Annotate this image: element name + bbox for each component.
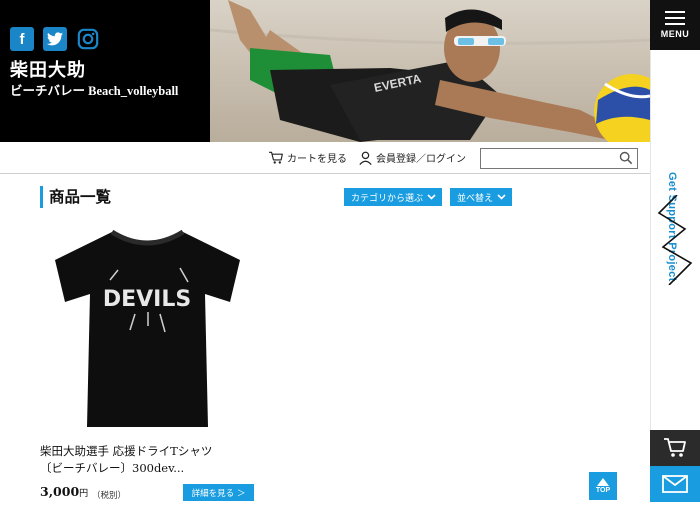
arrow-up-icon — [597, 478, 609, 486]
product-name-line1: 柴田大助選手 応援ドライTシャツ — [40, 444, 213, 458]
utility-nav: カートを見る 会員登録／ログイン — [0, 142, 650, 174]
product-price: 3,000円 — [40, 484, 88, 499]
instagram-icon[interactable] — [76, 27, 100, 51]
twitter-icon[interactable] — [43, 27, 67, 51]
product-print-text: DEVILS — [103, 287, 191, 312]
side-mail-button[interactable] — [650, 466, 700, 502]
cart-icon — [664, 438, 686, 457]
price-unit: 円 — [79, 489, 89, 499]
product-name[interactable]: 柴田大助選手 応援ドライTシャツ 〔ビーチバレー〕300dev... — [40, 443, 270, 477]
search-box — [480, 148, 638, 171]
price-tax-note: （税別） — [92, 491, 127, 501]
side-cart-button[interactable] — [650, 430, 700, 466]
back-to-top-label: TOP — [595, 487, 611, 494]
mountain-line-icon — [657, 195, 693, 285]
view-cart-link[interactable]: カートを見る — [268, 150, 347, 165]
user-icon — [359, 151, 372, 165]
search-input[interactable] — [481, 152, 611, 171]
product-image[interactable]: DEVILS — [40, 222, 255, 432]
mail-icon — [662, 475, 688, 493]
hero-image: EVERTA — [210, 0, 650, 142]
hamburger-icon — [665, 11, 685, 25]
price-value: 3,000 — [40, 484, 80, 499]
view-details-button[interactable]: 詳細を見る ＞ — [183, 484, 254, 501]
athlete-subtitle: ビーチバレー Beach_volleyball — [10, 84, 179, 98]
cart-icon — [269, 151, 283, 164]
facebook-icon[interactable]: f — [10, 27, 34, 51]
athlete-name[interactable]: 柴田大助 — [10, 56, 86, 82]
member-login-label: 会員登録／ログイン — [376, 154, 466, 165]
menu-button[interactable]: MENU — [650, 0, 700, 50]
member-login-link[interactable]: 会員登録／ログイン — [358, 150, 466, 165]
category-dropdown-button[interactable]: カテゴリから選ぶ — [344, 188, 443, 206]
back-to-top-button[interactable]: TOP — [589, 472, 617, 500]
search-icon[interactable] — [619, 151, 633, 165]
chevron-down-icon — [427, 194, 436, 200]
sort-dropdown-button[interactable]: 並べ替え — [450, 188, 513, 206]
sort-dropdown-label: 並べ替え — [457, 193, 494, 204]
page-title: 商品一覧 — [40, 186, 111, 208]
social-links: f — [10, 27, 100, 51]
brand-header: f 柴田大助 ビーチバレー Beach_volleyball — [0, 0, 210, 142]
chevron-down-icon — [497, 194, 506, 200]
category-dropdown-label: カテゴリから選ぶ — [351, 193, 424, 204]
view-cart-label: カートを見る — [287, 154, 347, 165]
facebook-glyph: f — [19, 30, 25, 48]
product-name-line2: 〔ビーチバレー〕300dev... — [40, 461, 185, 475]
menu-label: MENU — [660, 29, 690, 39]
